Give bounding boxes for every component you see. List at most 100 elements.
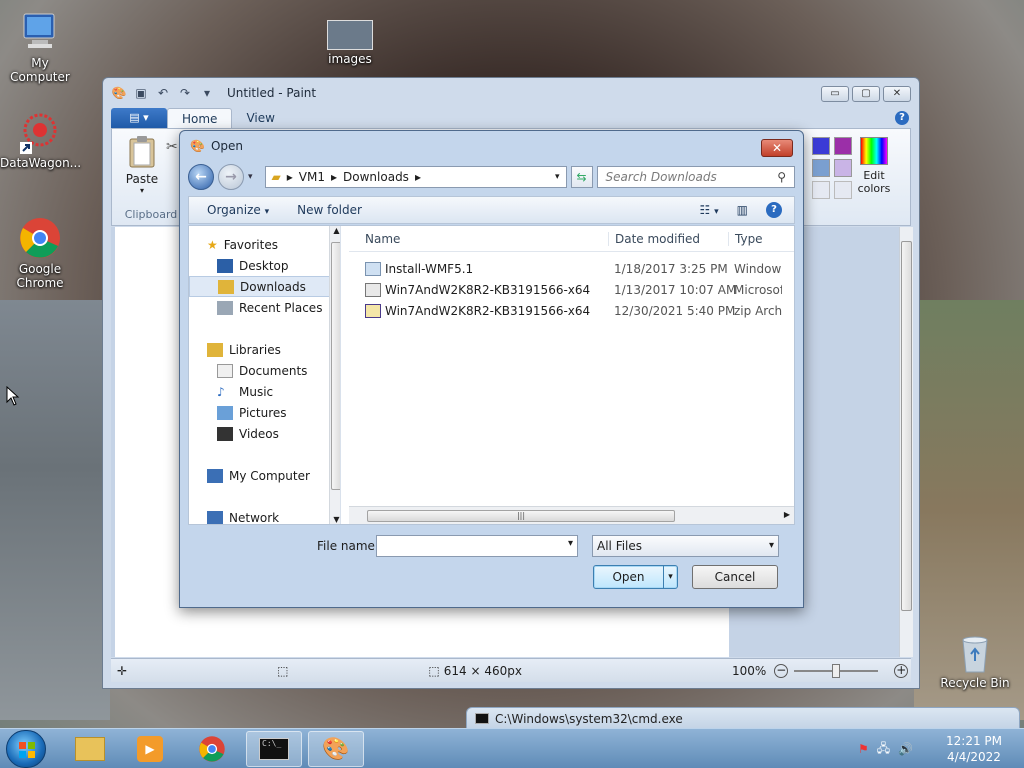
color-swatch[interactable] [834, 181, 852, 199]
nav-downloads[interactable]: Downloads [189, 276, 340, 297]
clock[interactable]: 12:21 PM 4/4/2022 [946, 733, 1002, 765]
cut-icon[interactable]: ✂ [166, 139, 178, 155]
color-swatch[interactable] [812, 181, 830, 199]
taskbar-paint[interactable]: 🎨 [308, 731, 364, 767]
breadcrumb-vm1[interactable]: VM1 [299, 170, 325, 184]
file-row[interactable]: Win7AndW2K8R2-KB3191566-x64 12/30/2021 5… [349, 300, 794, 321]
nav-favorites[interactable]: ★ Favorites [189, 234, 340, 255]
undo-icon[interactable]: ↶ [155, 85, 171, 101]
organize-button[interactable]: Organize ▾ [207, 203, 269, 217]
network-icon[interactable]: 🖧 [877, 739, 890, 760]
chevron-down-icon[interactable]: ▾ [568, 538, 573, 549]
start-button[interactable] [6, 730, 46, 768]
new-folder-button[interactable]: New folder [297, 203, 362, 217]
paint-titlebar[interactable]: 🎨 ▣ ↶ ↷ ▾ Untitled - Paint [103, 78, 919, 108]
tab-view[interactable]: View [232, 108, 288, 128]
back-button[interactable]: ← [188, 164, 214, 190]
desktop-icon-chrome[interactable]: Google Chrome [0, 216, 80, 290]
taskbar-explorer[interactable] [62, 731, 118, 767]
nav-recent-places[interactable]: Recent Places [189, 297, 340, 318]
column-header-date[interactable]: Date modified [608, 231, 728, 246]
scrollbar-thumb[interactable]: ||| [367, 510, 675, 522]
color-swatch[interactable] [834, 137, 852, 155]
chevron-down-icon: ▾ [264, 207, 270, 217]
maximize-button[interactable]: ▢ [852, 86, 880, 102]
nav-music[interactable]: ♪ Music [189, 381, 340, 402]
desktop-icon-recycle-bin[interactable]: Recycle Bin [935, 632, 1015, 690]
open-dialog[interactable]: 🎨 Open ✕ ← → ▾ ▰ ▸ VM1 ▸ Downloads ▸ ▾ ⇆… [179, 130, 804, 608]
open-split-dropdown-icon[interactable]: ▾ [663, 566, 677, 588]
zoom-out-button[interactable]: − [774, 663, 789, 678]
file-row[interactable]: Win7AndW2K8R2-KB3191566-x64 1/13/2017 10… [349, 279, 794, 300]
color-swatch[interactable] [834, 159, 852, 177]
forward-button[interactable]: → [218, 164, 244, 190]
search-input[interactable]: Search Downloads ⚲ [596, 166, 795, 188]
paint-statusbar: ✛ ⬚ ⬚ 614 × 460px 100% − + [111, 658, 911, 682]
file-type: Microsoft [734, 282, 782, 297]
tab-home[interactable]: Home [167, 108, 233, 128]
color-swatch[interactable] [812, 137, 830, 155]
zoom-in-button[interactable]: + [894, 663, 909, 678]
file-list-horizontal-scrollbar[interactable]: ||| ▶ [349, 506, 794, 524]
scroll-right-icon[interactable]: ▶ [784, 510, 790, 519]
canvas-vertical-scrollbar[interactable] [899, 227, 913, 657]
desktop-icon-my-computer[interactable]: My Computer [0, 10, 80, 84]
scroll-down-icon[interactable]: ▼ [330, 515, 340, 524]
file-name-input[interactable]: ▾ [376, 535, 578, 557]
address-dropdown-icon[interactable]: ▾ [555, 172, 560, 182]
minimize-button[interactable]: ▭ [821, 86, 849, 102]
nav-label: Videos [239, 426, 279, 441]
close-button[interactable]: ✕ [883, 86, 911, 102]
nav-documents[interactable]: Documents [189, 360, 340, 381]
canvas-size-text: 614 × 460px [443, 663, 522, 678]
column-header-type[interactable]: Type [728, 231, 763, 246]
address-bar[interactable]: ▰ ▸ VM1 ▸ Downloads ▸ ▾ [264, 166, 567, 188]
refresh-button[interactable]: ⇆ [570, 166, 593, 188]
recent-locations-dropdown-icon[interactable]: ▾ [248, 172, 253, 182]
cancel-button[interactable]: Cancel [692, 565, 778, 589]
paint-menu-button[interactable]: ▤ ▾ [111, 108, 167, 128]
quick-access-dropdown-icon[interactable]: ▾ [199, 85, 215, 101]
help-icon[interactable]: ? [895, 111, 909, 125]
desktop-icon-images[interactable]: images [310, 20, 390, 66]
nav-videos[interactable]: Videos [189, 423, 340, 444]
taskbar-chrome[interactable] [184, 731, 240, 767]
redo-icon[interactable]: ↷ [177, 85, 193, 101]
nav-network[interactable]: Network [189, 507, 340, 524]
search-icon[interactable]: ⚲ [777, 170, 786, 184]
scrollbar-thumb[interactable] [331, 242, 340, 490]
save-icon[interactable]: ▣ [133, 85, 149, 101]
nav-libraries[interactable]: Libraries [189, 339, 340, 360]
change-view-button[interactable]: ☷ ▾ [700, 203, 719, 217]
desktop-icon-label: images [328, 52, 372, 66]
color-swatch[interactable] [812, 159, 830, 177]
column-header-name[interactable]: Name [349, 232, 608, 246]
downloads-folder-icon [218, 279, 234, 294]
paste-button[interactable]: Paste ▾ [120, 135, 164, 195]
desktop-icon-datawagon[interactable]: DataWagon... [0, 110, 81, 170]
nav-pictures[interactable]: Pictures [189, 402, 340, 423]
volume-icon[interactable]: 🔊 [898, 742, 913, 756]
zoom-slider[interactable] [794, 663, 879, 678]
zoom-slider-thumb[interactable] [832, 663, 841, 678]
nav-desktop[interactable]: Desktop [189, 255, 340, 276]
file-row[interactable]: Install-WMF5.1 1/18/2017 3:25 PM Windows [349, 258, 794, 279]
open-button[interactable]: Open ▾ [593, 565, 678, 589]
preview-pane-button[interactable]: ▥ [737, 203, 748, 217]
dialog-close-button[interactable]: ✕ [761, 139, 793, 157]
taskbar-media-player[interactable]: ▶ [122, 731, 178, 767]
nav-my-computer[interactable]: My Computer [189, 465, 340, 486]
recent-places-icon [217, 300, 233, 315]
videos-icon [217, 426, 233, 441]
taskbar-cmd[interactable]: C:\_ [246, 731, 302, 767]
cmd-window-titlebar[interactable]: C:\Windows\system32\cmd.exe [466, 707, 1020, 729]
dialog-titlebar[interactable]: 🎨 Open [180, 131, 803, 161]
scroll-up-icon[interactable]: ▲ [330, 226, 340, 235]
help-icon[interactable]: ? [766, 202, 782, 218]
edit-colors-button[interactable]: Edit colors [856, 137, 892, 195]
nav-scrollbar[interactable]: ▲ ▼ [329, 226, 340, 524]
action-center-flag-icon[interactable]: ⚑ [858, 742, 869, 756]
breadcrumb-downloads[interactable]: Downloads [343, 170, 409, 184]
file-type-filter[interactable]: All Files ▾ [592, 535, 779, 557]
scrollbar-thumb[interactable] [901, 241, 912, 611]
